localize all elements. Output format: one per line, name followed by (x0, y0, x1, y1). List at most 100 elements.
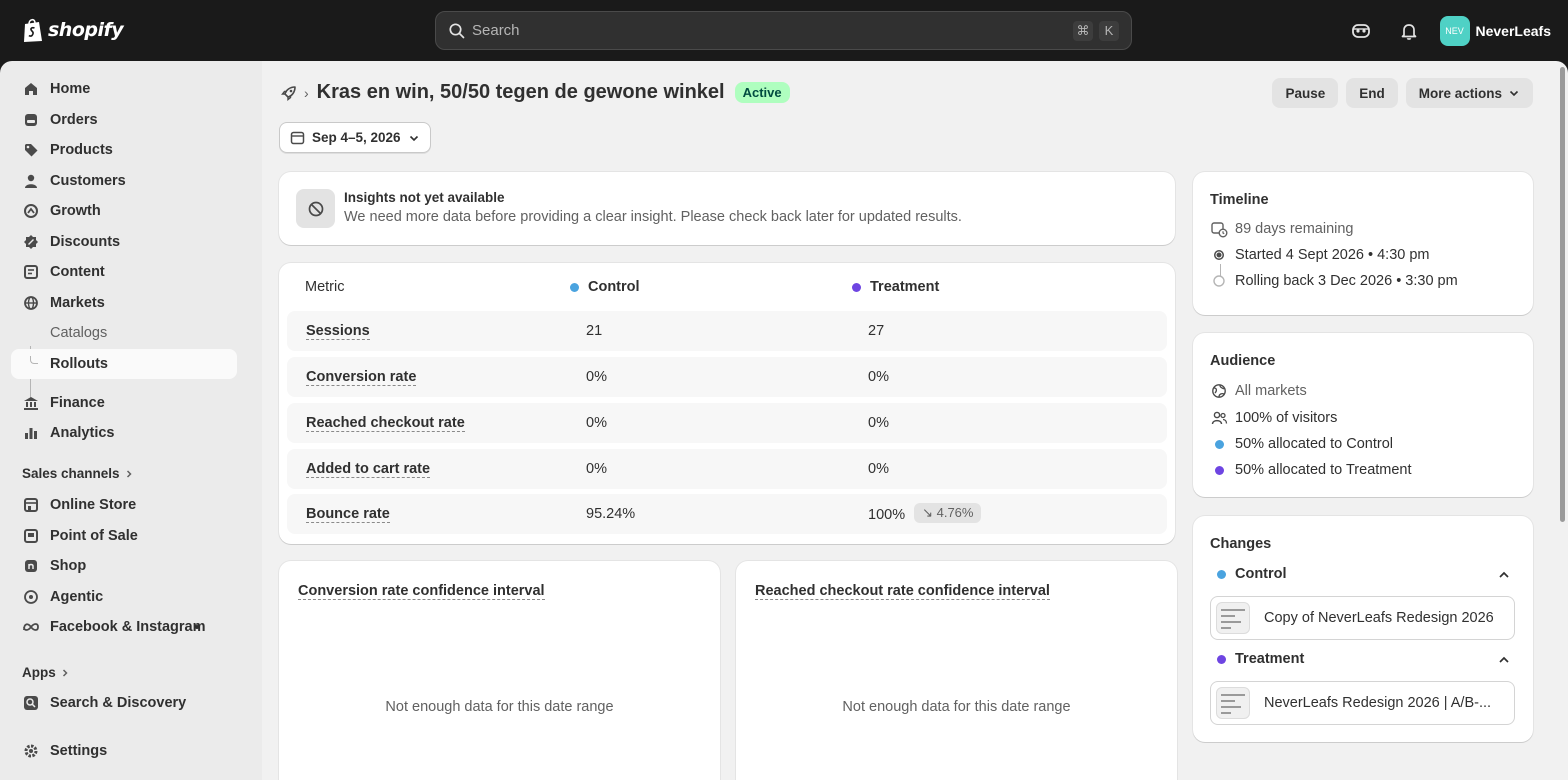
control-header-label: Control (588, 279, 640, 295)
control-allocation-text: 50% allocated to Control (1235, 436, 1393, 452)
sidebar-item-markets[interactable]: Markets (11, 288, 237, 318)
sidebar-item-rollouts[interactable]: Rollouts (11, 349, 237, 379)
sidebar-item-settings[interactable]: Settings (11, 736, 237, 766)
sidebar-item-label: Home (50, 81, 91, 97)
bank-icon (22, 394, 40, 412)
sidekick-icon (1351, 24, 1370, 38)
treatment-allocation-text: 50% allocated to Treatment (1235, 462, 1412, 478)
chevron-down-icon (409, 135, 418, 141)
sidebar-item-discounts[interactable]: Discounts (11, 227, 237, 257)
bell-icon (1401, 24, 1416, 40)
conversion-ci-card: Conversion rate confidence interval Not … (279, 561, 720, 780)
chevron-up-icon[interactable] (1497, 568, 1511, 582)
sidebar-item-shop[interactable]: Shop (11, 551, 237, 581)
globe-off-icon (1210, 382, 1228, 400)
ci-card-title[interactable]: Reached checkout rate confidence interva… (755, 583, 1050, 600)
empty-state-text: Not enough data for this date range (842, 699, 1071, 715)
scrollbar[interactable] (1560, 67, 1565, 522)
sales-channels-heading[interactable]: Sales channels (22, 466, 134, 481)
insight-text: We need more data before providing a cle… (344, 209, 962, 225)
rollback-text: Rolling back 3 Dec 2026 • 3:30 pm (1235, 273, 1458, 289)
metric-name[interactable]: Reached checkout rate (306, 415, 465, 432)
agentic-icon (22, 588, 40, 606)
treatment-theme-item[interactable]: NeverLeafs Redesign 2026 | A/B-... (1210, 681, 1515, 725)
treatment-theme-name: NeverLeafs Redesign 2026 | A/B-... (1264, 695, 1492, 711)
treatment-dot (1210, 461, 1228, 479)
sidebar-item-growth[interactable]: Growth (11, 196, 237, 226)
search-input[interactable]: Search ⌘ K (435, 11, 1132, 50)
metric-name[interactable]: Sessions (306, 323, 370, 340)
control-value: 0% (586, 461, 607, 477)
metric-name[interactable]: Bounce rate (306, 506, 390, 523)
sidebar-item-label: Analytics (50, 425, 115, 441)
control-theme-item[interactable]: Copy of NeverLeafs Redesign 2026 (1210, 596, 1515, 640)
control-dot (570, 282, 579, 292)
more-actions-button[interactable]: More actions (1405, 78, 1533, 108)
sidebar-item-label: Search & Discovery (50, 695, 187, 711)
sidebar-item-search-discovery[interactable]: Search & Discovery (11, 688, 237, 718)
changes-title: Changes (1210, 536, 1272, 552)
apps-heading[interactable]: Apps (22, 665, 70, 680)
gear-icon (22, 742, 40, 760)
ci-card-title[interactable]: Conversion rate confidence interval (298, 583, 545, 600)
page-header: › Kras en win, 50/50 tegen de gewone win… (280, 81, 790, 104)
control-section-header[interactable]: Control (1217, 566, 1287, 582)
globe-icon (22, 294, 40, 312)
treatment-value-text: 100% (868, 506, 906, 523)
sidebar-item-facebook-instagram[interactable]: Facebook & Instagram (11, 612, 237, 642)
store-name[interactable]: NeverLeafs (1476, 23, 1552, 39)
control-column-header: Control (570, 279, 640, 295)
sidebar-item-content[interactable]: Content (11, 257, 237, 287)
treatment-value-text: 27 (868, 323, 885, 339)
chevron-up-icon[interactable] (1497, 653, 1511, 667)
sidebar-item-label: Facebook & Instagram (50, 619, 206, 635)
sidebar-item-point-of-sale[interactable]: Point of Sale (11, 521, 237, 551)
sidebar-item-label: Finance (50, 395, 105, 411)
treatment-section-label: Treatment (1235, 651, 1305, 667)
checkout-ci-card: Reached checkout rate confidence interva… (736, 561, 1177, 780)
treatment-section-header[interactable]: Treatment (1217, 651, 1304, 667)
sidebar-item-label: Online Store (50, 497, 137, 513)
metric-name[interactable]: Added to cart rate (306, 461, 431, 478)
date-range-picker[interactable]: Sep 4–5, 2026 (279, 122, 431, 153)
orders-icon (22, 111, 40, 129)
sidebar-item-analytics[interactable]: Analytics (11, 418, 237, 448)
insight-banner: Insights not yet available We need more … (279, 172, 1175, 245)
sidekick-button[interactable] (1344, 14, 1378, 48)
treatment-value: 0% (868, 369, 889, 385)
empty-state-text: Not enough data for this date range (385, 699, 614, 715)
sidebar-item-customers[interactable]: Customers (11, 166, 237, 196)
analytics-icon (22, 424, 40, 442)
rocket-icon[interactable] (280, 84, 298, 102)
table-row: Conversion rate 0% 0% (287, 357, 1167, 397)
control-theme-name: Copy of NeverLeafs Redesign 2026 (1264, 610, 1494, 626)
sidebar-item-orders[interactable]: Orders (11, 105, 237, 135)
avatar[interactable]: NEV (1439, 16, 1470, 46)
shopify-logo[interactable]: shopify (22, 17, 124, 43)
sidebar-item-finance[interactable]: Finance (11, 388, 237, 418)
notifications-button[interactable] (1392, 14, 1426, 48)
shortcut-k-key: K (1099, 20, 1119, 41)
treatment-header-label: Treatment (870, 279, 940, 295)
markets-text: All markets (1235, 383, 1307, 399)
tag-icon (22, 141, 40, 159)
metric-name[interactable]: Conversion rate (306, 369, 417, 386)
control-section-label: Control (1235, 566, 1287, 582)
end-button[interactable]: End (1346, 78, 1398, 108)
started-row: Started 4 Sept 2026 • 4:30 pm (1210, 246, 1430, 264)
sidebar-item-online-store[interactable]: Online Store (11, 490, 237, 520)
table-row: Reached checkout rate 0% 0% (287, 403, 1167, 443)
pause-button[interactable]: Pause (1272, 78, 1339, 108)
sidebar-item-products[interactable]: Products (11, 135, 237, 165)
status-badge: Active (734, 82, 790, 103)
shop-icon (22, 557, 40, 575)
sidebar-item-label: Point of Sale (50, 528, 138, 544)
sidebar-item-label: Settings (50, 743, 108, 759)
sidebar-item-home[interactable]: Home (11, 74, 237, 104)
remaining-row: 89 days remaining (1210, 220, 1354, 238)
sidebar-item-catalogs[interactable]: Catalogs (11, 318, 237, 348)
content-icon (22, 263, 40, 281)
person-icon (22, 172, 40, 190)
sidebar-item-agentic[interactable]: Agentic (11, 582, 237, 612)
theme-thumbnail (1216, 602, 1250, 634)
